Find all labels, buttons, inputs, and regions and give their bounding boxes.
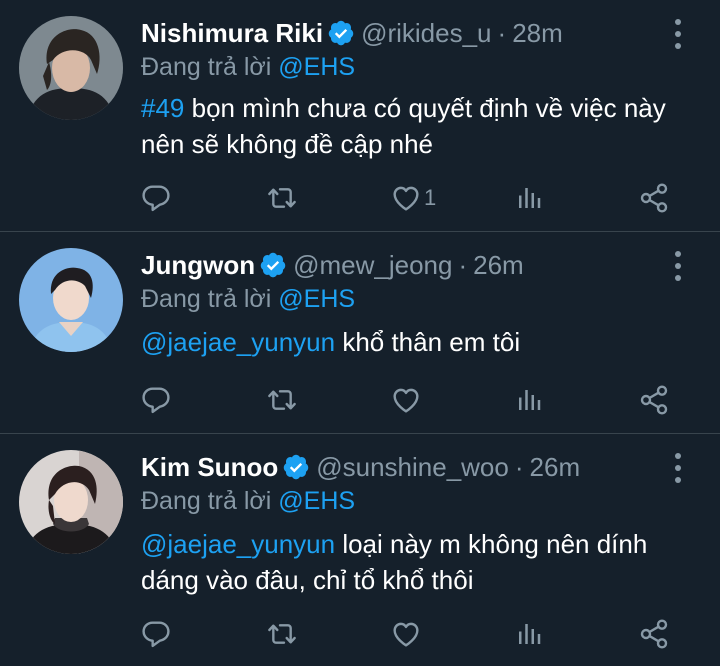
hashtag-link[interactable]: #49: [141, 93, 184, 123]
analytics-icon: [514, 619, 544, 649]
replying-to-mention[interactable]: @EHS: [278, 487, 355, 515]
like-icon: [390, 182, 422, 214]
tweet-header: Kim Sunoo @sunshine_woo · 26m: [141, 452, 580, 482]
share-button[interactable]: [638, 614, 670, 654]
replying-to-mention[interactable]: @EHS: [278, 285, 355, 313]
timestamp[interactable]: 26m: [530, 452, 581, 482]
share-button[interactable]: [638, 380, 670, 420]
tweet[interactable]: Nishimura Riki @rikides_u · 28m Đang trả…: [0, 0, 720, 232]
retweet-button[interactable]: [266, 614, 298, 654]
analytics-button[interactable]: [514, 178, 544, 218]
tweet-header: Nishimura Riki @rikides_u · 28m: [141, 18, 563, 48]
more-options-icon[interactable]: [673, 19, 683, 49]
replying-to-label: Đang trả lời: [141, 285, 272, 313]
tweet[interactable]: Jungwon @mew_jeong · 26m Đang trả lời @E…: [0, 232, 720, 434]
like-count: 1: [424, 185, 437, 210]
retweet-icon: [266, 384, 298, 416]
reply-icon: [140, 618, 172, 650]
avatar[interactable]: [19, 16, 123, 120]
share-icon: [638, 618, 670, 650]
tweet-header: Jungwon @mew_jeong · 26m: [141, 250, 524, 280]
avatar[interactable]: [19, 248, 123, 352]
retweet-icon: [266, 182, 298, 214]
reply-icon: [140, 384, 172, 416]
replying-to-label: Đang trả lời: [141, 487, 272, 515]
separator-dot: ·: [497, 18, 507, 48]
tweet[interactable]: Kim Sunoo @sunshine_woo · 26m Đang trả l…: [0, 434, 720, 666]
tweet-body: khổ thân em tôi: [335, 327, 521, 357]
replying-to-label: Đang trả lời: [141, 53, 272, 81]
replying-to: Đang trả lời @EHS: [141, 486, 355, 516]
username[interactable]: @mew_jeong: [293, 250, 452, 280]
more-options-icon[interactable]: [673, 251, 683, 281]
retweet-button[interactable]: [266, 178, 298, 218]
replying-to: Đang trả lời @EHS: [141, 52, 355, 82]
reply-button[interactable]: [140, 614, 172, 654]
avatar[interactable]: [19, 450, 123, 554]
share-icon: [638, 182, 670, 214]
retweet-icon: [266, 618, 298, 650]
display-name[interactable]: Kim Sunoo: [141, 452, 278, 482]
tweet-actions: 1: [136, 178, 696, 218]
display-name[interactable]: Nishimura Riki: [141, 18, 323, 48]
tweet-text: #49 bọn mình chưa có quyết định về việc …: [141, 90, 701, 162]
replying-to: Đang trả lời @EHS: [141, 284, 355, 314]
separator-dot: ·: [514, 452, 524, 482]
separator-dot: ·: [458, 250, 468, 280]
username[interactable]: @rikides_u: [361, 18, 491, 48]
analytics-button[interactable]: [514, 614, 544, 654]
reply-icon: [140, 182, 172, 214]
like-icon: [390, 384, 422, 416]
like-icon: [390, 618, 422, 650]
like-button[interactable]: 1: [390, 178, 436, 218]
timestamp[interactable]: 28m: [512, 18, 563, 48]
share-icon: [638, 384, 670, 416]
like-button[interactable]: [390, 614, 424, 654]
display-name[interactable]: Jungwon: [141, 250, 255, 280]
replying-to-mention[interactable]: @EHS: [278, 53, 355, 81]
tweet-body: bọn mình chưa có quyết định về việc này …: [141, 93, 666, 159]
verified-badge-icon: [327, 19, 355, 47]
reply-button[interactable]: [140, 178, 172, 218]
mention-link[interactable]: @jaejae_yunyun: [141, 327, 335, 357]
tweet-actions: [136, 614, 696, 654]
analytics-icon: [514, 183, 544, 213]
analytics-icon: [514, 385, 544, 415]
like-button[interactable]: [390, 380, 424, 420]
reply-button[interactable]: [140, 380, 172, 420]
more-options-icon[interactable]: [673, 453, 683, 483]
verified-badge-icon: [282, 453, 310, 481]
verified-badge-icon: [259, 251, 287, 279]
analytics-button[interactable]: [514, 380, 544, 420]
mention-link[interactable]: @jaejae_yunyun: [141, 529, 335, 559]
tweet-text: @jaejae_yunyun loại này m không nên dính…: [141, 526, 701, 598]
timestamp[interactable]: 26m: [473, 250, 524, 280]
share-button[interactable]: [638, 178, 670, 218]
retweet-button[interactable]: [266, 380, 298, 420]
tweet-text: @jaejae_yunyun khổ thân em tôi: [141, 324, 701, 360]
username[interactable]: @sunshine_woo: [316, 452, 509, 482]
tweet-actions: [136, 380, 696, 420]
